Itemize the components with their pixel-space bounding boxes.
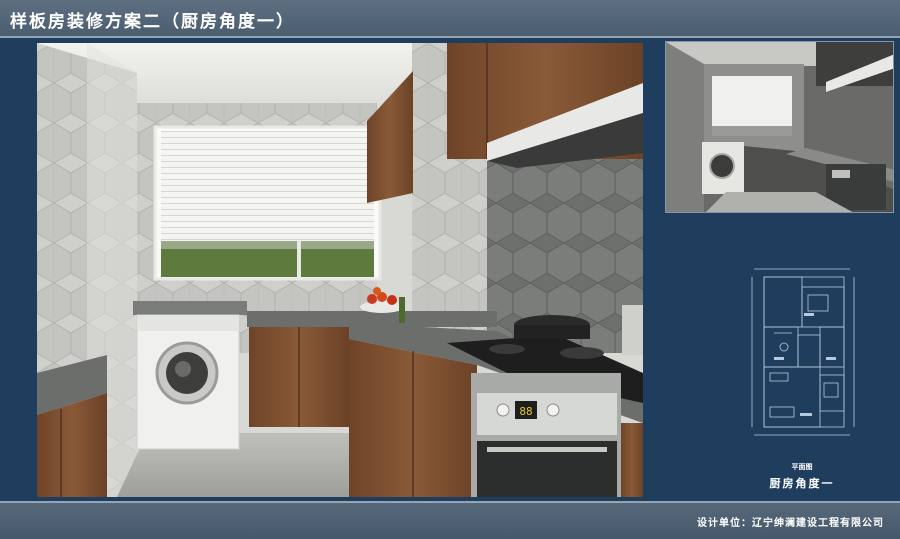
footer-bar: 设计单位：辽宁绅澜建设工程有限公司	[0, 501, 900, 539]
floor-plan-drawing	[744, 263, 860, 443]
floor-plan-subtitle: 厨房角度一	[769, 477, 835, 490]
header-bar: 样板房装修方案二（厨房角度一）	[0, 0, 900, 38]
kitchen-render-thumbnail	[665, 41, 894, 213]
kitchen-render-main: 88	[37, 43, 643, 497]
floor-plan-caption: 平面图	[791, 463, 813, 471]
oven-display: 88	[519, 405, 532, 418]
design-company-label: 设计单位：辽宁绅澜建设工程有限公司	[697, 518, 884, 529]
page-title: 样板房装修方案二（厨房角度一）	[10, 12, 295, 32]
